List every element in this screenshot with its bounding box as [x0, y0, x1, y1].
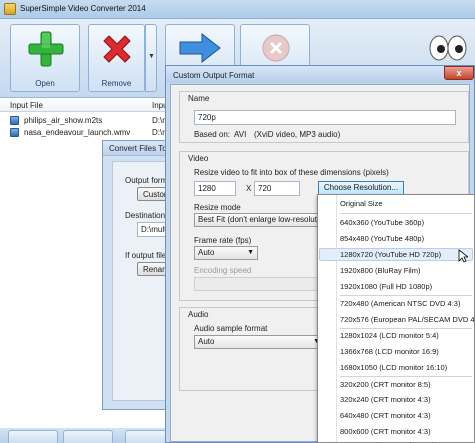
if-exists-label: If output file: [125, 251, 167, 260]
menu-item-720x480[interactable]: 720x480 (American NTSC DVD 4:3): [340, 298, 472, 310]
resolution-menu: Original Size 640x360 (YouTube 360p) 854…: [317, 194, 475, 443]
chevron-down-icon: ▼: [247, 249, 254, 256]
close-button[interactable]: x: [444, 66, 474, 80]
output-format-label: Output form: [125, 176, 168, 185]
based-on-value: AVI: [234, 130, 247, 139]
file-icon: [10, 116, 19, 125]
open-button[interactable]: Open: [10, 24, 80, 92]
menu-item-640x480[interactable]: 640x480 (CRT monitor 4:3): [340, 410, 472, 422]
arrow-right-icon: [179, 33, 221, 63]
width-input[interactable]: 1280: [194, 181, 236, 196]
menu-item-640x360[interactable]: 640x360 (YouTube 360p): [340, 217, 472, 229]
dialog-titlebar: Custom Output Format: [166, 66, 474, 83]
menu-item-854x480[interactable]: 854x480 (YouTube 480p): [340, 233, 472, 245]
menu-item-320x240[interactable]: 320x240 (CRT monitor 4:3): [340, 394, 472, 406]
frame-rate-label: Frame rate (fps): [194, 236, 252, 245]
based-on-label: Based on:: [194, 130, 231, 139]
x-icon: [103, 35, 131, 63]
remove-options-button[interactable]: ▼: [145, 24, 157, 92]
eyes-icon: [429, 35, 467, 61]
column-input-file[interactable]: Input File: [10, 101, 43, 110]
file-icon: [10, 128, 19, 137]
name-group: Name 720p Based on: AVI (XviD video, MP3…: [179, 91, 469, 143]
dialog-title: Custom Output Format: [173, 71, 255, 80]
video-group-label: Video: [188, 154, 209, 163]
plus-icon: [28, 31, 64, 67]
name-group-label: Name: [188, 94, 210, 103]
disabled-x-icon: [262, 34, 290, 62]
menu-separator: [340, 376, 472, 377]
title-bar: SuperSimple Video Converter 2014: [0, 0, 475, 19]
bottom-button-2[interactable]: [63, 430, 113, 443]
menu-item-1280x720[interactable]: 1280x720 (YouTube HD 720p): [340, 249, 472, 261]
menu-item-800x600[interactable]: 800x600 (CRT monitor 4:3): [340, 426, 472, 438]
remove-button[interactable]: Remove: [88, 24, 145, 92]
list-item[interactable]: nasa_endeavour_launch.wmv D:\m: [0, 126, 175, 138]
encoding-speed-label: Encoding speed: [194, 266, 252, 275]
menu-item-original-size[interactable]: Original Size: [340, 198, 472, 210]
sample-format-select[interactable]: Auto ▼: [194, 335, 324, 349]
sample-format-label: Audio sample format: [194, 324, 268, 333]
dimension-separator: X: [246, 184, 252, 193]
window-title: SuperSimple Video Converter 2014: [20, 4, 146, 13]
resize-mode-select[interactable]: Best Fit (don't enlarge low-resolutio: [194, 213, 324, 227]
menu-item-1280x1024[interactable]: 1280x1024 (LCD monitor 5:4): [340, 330, 472, 342]
height-input[interactable]: 720: [254, 181, 300, 196]
menu-separator: [340, 295, 472, 296]
based-on-description: (XviD video, MP3 audio): [254, 130, 341, 139]
chevron-down-icon: ▼: [148, 53, 155, 60]
bottom-button-1[interactable]: [8, 430, 58, 443]
file-name: philips_air_show.m2ts: [24, 116, 103, 125]
resize-hint: Resize video to fit into box of these di…: [194, 168, 389, 177]
menu-item-320x200[interactable]: 320x200 (CRT monitor 8:5): [340, 379, 472, 391]
choose-resolution-button[interactable]: Choose Resolution...: [318, 181, 404, 195]
encoding-speed-select[interactable]: [194, 277, 324, 291]
convert-dialog-title: Convert Files To...: [109, 144, 174, 153]
menu-item-1920x800[interactable]: 1920x800 (BluRay Film): [340, 265, 472, 277]
menu-separator: [340, 328, 472, 329]
audio-group-label: Audio: [188, 310, 209, 319]
open-label: Open: [35, 79, 55, 88]
file-name: nasa_endeavour_launch.wmv: [24, 128, 131, 137]
menu-item-720x576[interactable]: 720x576 (European PAL/SECAM DVD 4:3): [340, 314, 475, 326]
remove-label: Remove: [101, 79, 132, 88]
menu-gutter: [336, 195, 337, 442]
menu-separator: [340, 213, 472, 214]
menu-item-1920x1080[interactable]: 1920x1080 (Full HD 1080p): [340, 281, 472, 293]
menu-item-1680x1050[interactable]: 1680x1050 (LCD monitor 16:10): [340, 362, 472, 374]
name-input[interactable]: 720p: [194, 110, 456, 125]
app-icon: [4, 3, 16, 15]
list-item[interactable]: philips_air_show.m2ts D:\m: [0, 114, 175, 126]
mouse-cursor-icon: [458, 249, 468, 263]
resize-mode-label: Resize mode: [194, 203, 241, 212]
frame-rate-select[interactable]: Auto ▼: [194, 246, 258, 260]
menu-item-1366x768[interactable]: 1366x768 (LCD monitor 16:9): [340, 346, 472, 358]
file-list-header: Input File Input: [0, 98, 175, 112]
